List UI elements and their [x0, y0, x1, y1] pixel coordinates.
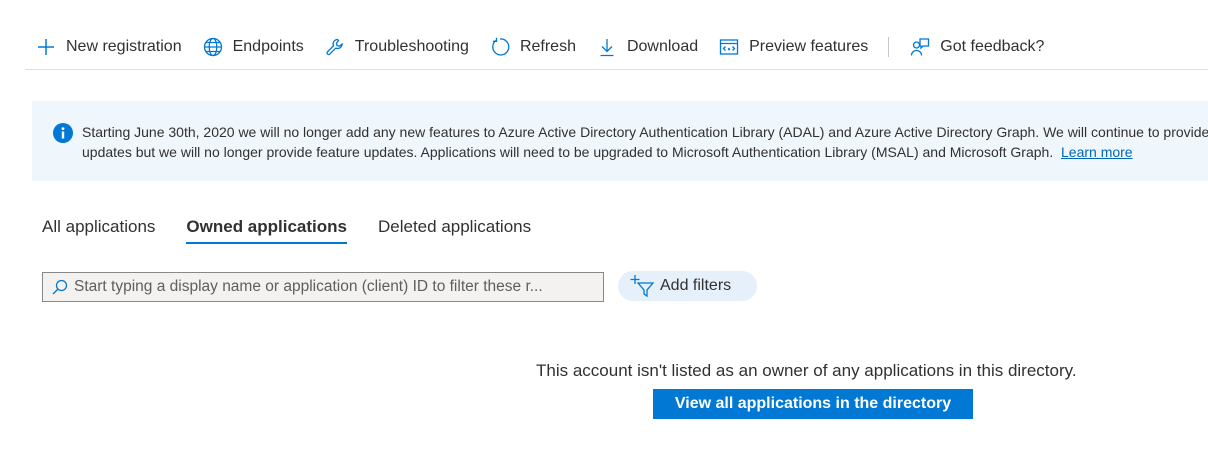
- preview-icon: [718, 36, 740, 58]
- empty-state-message: This account isn't listed as an owner of…: [536, 361, 1077, 380]
- endpoints-button[interactable]: Endpoints: [192, 28, 314, 66]
- globe-icon: [202, 36, 224, 58]
- command-bar: New registration Endpoints Troubleshooti…: [25, 28, 1208, 70]
- feedback-button[interactable]: Got feedback?: [899, 28, 1054, 66]
- feedback-label: Got feedback?: [940, 38, 1045, 55]
- download-button[interactable]: Download: [586, 28, 708, 66]
- banner-line-2-text: updates but we will no longer provide fe…: [82, 144, 1054, 160]
- preview-features-label: Preview features: [749, 38, 869, 55]
- new-registration-button[interactable]: New registration: [25, 28, 192, 66]
- refresh-button[interactable]: Refresh: [479, 28, 586, 66]
- preview-features-button[interactable]: Preview features: [708, 28, 878, 66]
- view-all-applications-button[interactable]: View all applications in the directory: [653, 389, 973, 419]
- troubleshooting-label: Troubleshooting: [354, 38, 469, 55]
- add-filter-icon: [630, 275, 654, 298]
- refresh-label: Refresh: [519, 38, 576, 55]
- search-box: [42, 272, 604, 302]
- download-label: Download: [626, 38, 699, 55]
- info-icon: [53, 123, 73, 143]
- plus-icon: [35, 36, 57, 58]
- banner-line-2: updates but we will no longer provide fe…: [82, 142, 1208, 162]
- feedback-icon: [909, 36, 931, 58]
- troubleshooting-button[interactable]: Troubleshooting: [314, 28, 479, 66]
- app-tabs: All applications Owned applications Dele…: [33, 212, 553, 244]
- new-registration-label: New registration: [66, 38, 182, 55]
- deprecation-banner: Starting June 30th, 2020 we will no long…: [32, 101, 1208, 181]
- download-icon: [596, 36, 618, 58]
- tab-deleted-applications[interactable]: Deleted applications: [369, 212, 540, 244]
- endpoints-label: Endpoints: [232, 38, 304, 55]
- search-icon: [52, 279, 68, 295]
- search-input[interactable]: [74, 278, 603, 296]
- add-filters-label: Add filters: [660, 277, 732, 294]
- refresh-icon: [489, 36, 511, 58]
- tab-owned-applications[interactable]: Owned applications: [177, 212, 356, 244]
- wrench-icon: [324, 36, 346, 58]
- banner-line-1: Starting June 30th, 2020 we will no long…: [82, 124, 1208, 140]
- toolbar-divider: [888, 37, 890, 57]
- learn-more-link[interactable]: Learn more: [1061, 144, 1133, 160]
- tab-all-applications[interactable]: All applications: [33, 212, 164, 244]
- banner-message: Starting June 30th, 2020 we will no long…: [82, 122, 1208, 162]
- add-filters-button[interactable]: Add filters: [618, 271, 757, 301]
